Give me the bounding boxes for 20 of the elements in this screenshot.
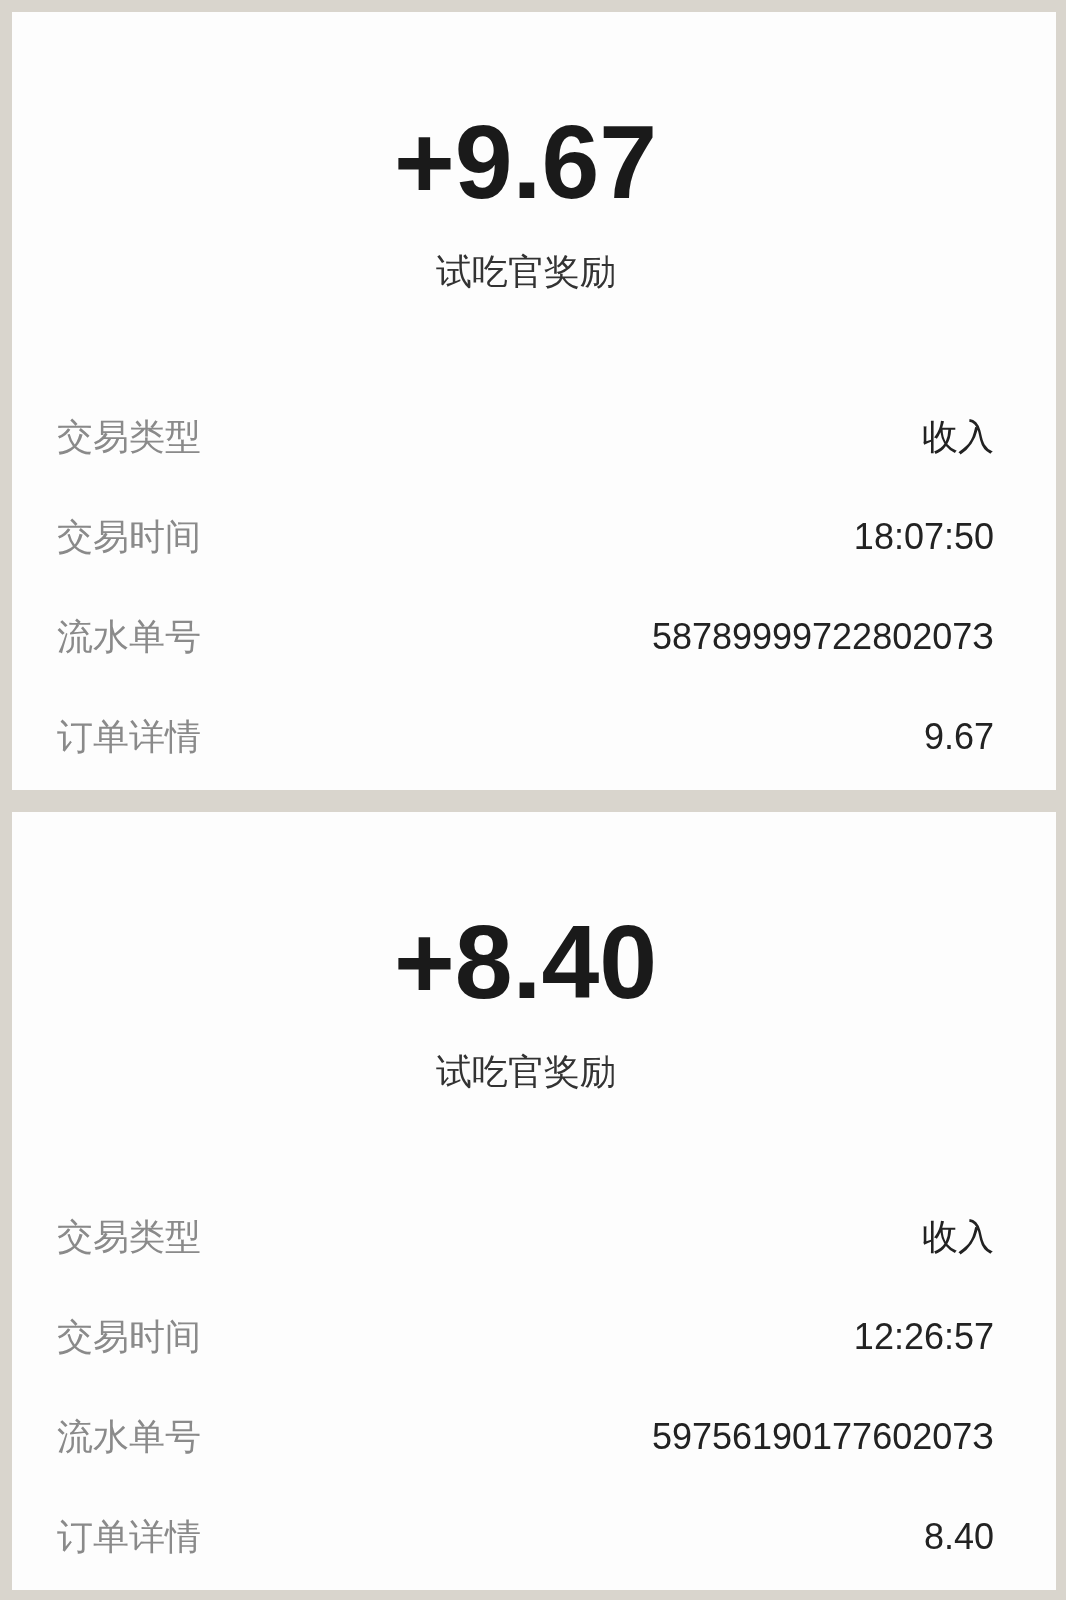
field-label: 交易时间 bbox=[57, 1314, 201, 1359]
field-value: 收入 bbox=[922, 414, 994, 459]
field-label: 订单详情 bbox=[57, 714, 201, 759]
field-value: 5975619017760207З bbox=[651, 1416, 994, 1458]
field-value: 18:07:50 bbox=[853, 516, 994, 558]
field-label: 流水单号 bbox=[57, 614, 201, 659]
field-value: 收入 bbox=[922, 1214, 994, 1259]
field-label: 交易类型 bbox=[57, 414, 201, 459]
field-value: 12:26:57 bbox=[853, 1316, 994, 1358]
transaction-title: 试吃官奖励 bbox=[435, 250, 616, 294]
field-label: 交易类型 bbox=[57, 1214, 201, 1259]
transaction-title: 试吃官奖励 bbox=[435, 1050, 616, 1094]
amount: +8.40 bbox=[393, 907, 658, 1017]
field-label: 流水单号 bbox=[57, 1414, 201, 1459]
field-value: 8.40 bbox=[923, 1516, 994, 1558]
field-value: 9.67 bbox=[923, 716, 994, 758]
amount: +9.67 bbox=[393, 107, 658, 217]
field-value: 5878999972280207З bbox=[651, 616, 994, 658]
field-label: 交易时间 bbox=[57, 514, 201, 559]
field-label: 订单详情 bbox=[57, 1514, 201, 1559]
